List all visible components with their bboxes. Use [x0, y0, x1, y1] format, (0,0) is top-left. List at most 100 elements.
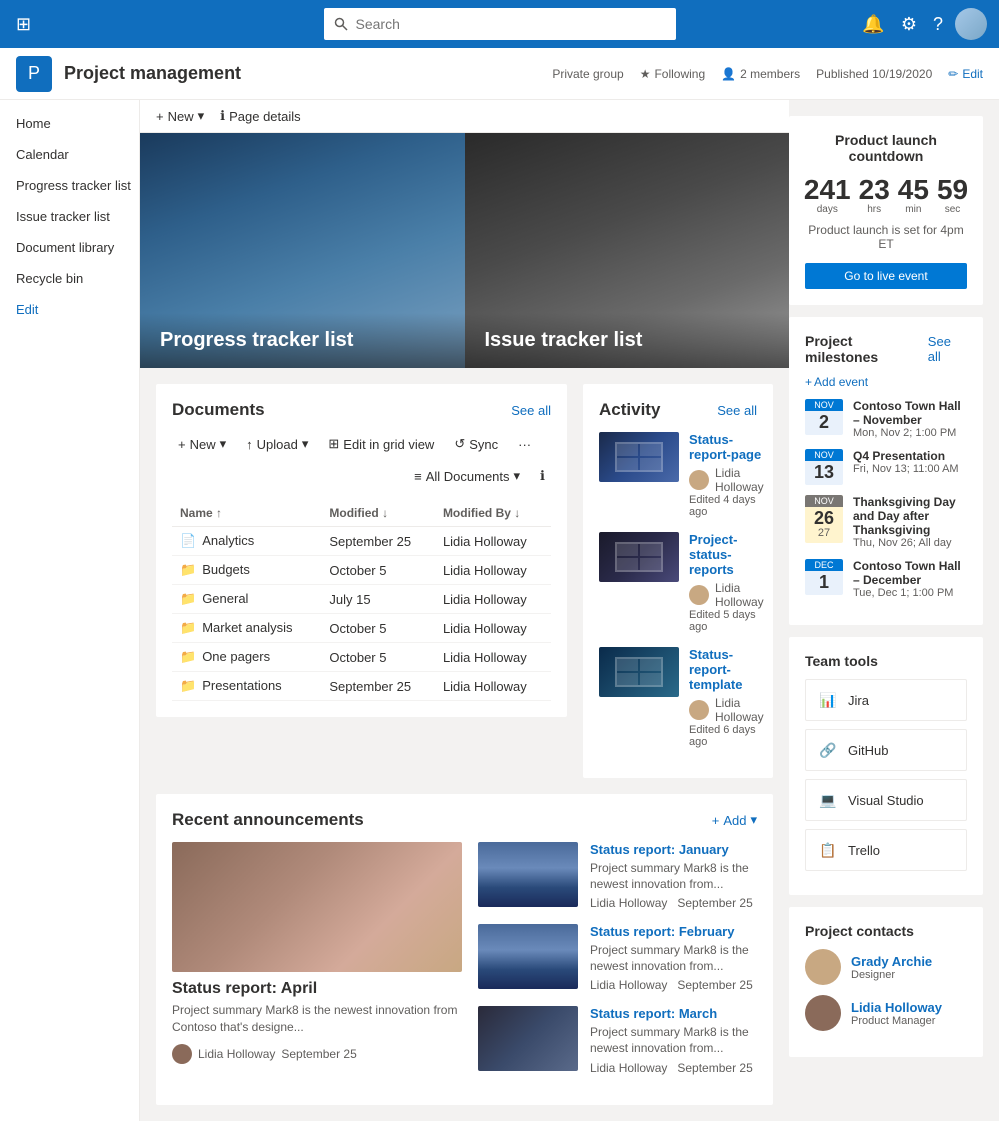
docs-filter-button[interactable]: ≡ All Documents ▾ [408, 464, 526, 488]
table-row[interactable]: 📁Market analysis October 5 Lidia Hollowa… [172, 614, 551, 643]
table-row[interactable]: 📁Presentations September 25 Lidia Hollow… [172, 672, 551, 701]
sidebar: Home Calendar Progress tracker list Issu… [0, 100, 140, 1121]
docs-info-button[interactable]: ℹ [534, 464, 551, 488]
activity-meta: Lidia Holloway [689, 581, 764, 609]
tool-name: Trello [848, 843, 880, 858]
cell-name: 📁Presentations [172, 672, 321, 701]
milestone-time: Fri, Nov 13; 11:00 AM [853, 463, 967, 475]
tool-item[interactable]: 💻 Visual Studio [805, 779, 967, 821]
hero-title-issue: Issue tracker list [485, 329, 770, 352]
milestone-item[interactable]: DEC 1 Contoso Town Hall – December Tue, … [805, 559, 967, 599]
cell-modified-by: Lidia Holloway [435, 585, 551, 614]
activity-item[interactable]: Project-status-reports Lidia Holloway Ed… [599, 532, 757, 633]
contact-role: Product Manager [851, 1015, 942, 1027]
announcement-item-meta: Lidia Holloway September 25 [590, 896, 757, 910]
members-button[interactable]: 👤 2 members [721, 67, 800, 81]
tool-item[interactable]: 🔗 GitHub [805, 729, 967, 771]
activity-author-avatar [689, 700, 709, 720]
following-button[interactable]: ★ Following [640, 67, 705, 81]
star-icon: ★ [640, 67, 651, 81]
activity-author: Lidia Holloway [715, 581, 764, 609]
documents-see-all[interactable]: See all [511, 403, 551, 418]
milestones-header: Project milestones See all [805, 333, 967, 365]
milestone-info: Contoso Town Hall – December Tue, Dec 1;… [853, 559, 967, 599]
docs-more-button[interactable]: ··· [512, 433, 537, 456]
page-details-button[interactable]: ℹ Page details [220, 108, 301, 124]
announcement-item[interactable]: Status report: March Project summary Mar… [478, 1006, 757, 1074]
milestone-item[interactable]: NOV 13 Q4 Presentation Fri, Nov 13; 11:0… [805, 449, 967, 485]
pencil-icon: ✏ [948, 67, 958, 81]
tool-name: GitHub [848, 743, 888, 758]
user-avatar[interactable] [955, 8, 987, 40]
milestone-item[interactable]: NOV 2 Contoso Town Hall – November Mon, … [805, 399, 967, 439]
docs-upload-button[interactable]: ↑ Upload ▾ [240, 432, 314, 456]
cell-name: 📁Budgets [172, 556, 321, 585]
milestone-month: NOV [805, 399, 843, 411]
sidebar-item-issue[interactable]: Issue tracker list [0, 201, 139, 232]
tool-item[interactable]: 📊 Jira [805, 679, 967, 721]
waffle-icon[interactable]: ⊞ [12, 10, 35, 39]
contact-item[interactable]: Grady Archie Designer [805, 949, 967, 985]
col-name[interactable]: Name ↑ [172, 500, 321, 527]
milestones-card: Project milestones See all + Add event N… [789, 317, 983, 625]
activity-title: Activity [599, 400, 660, 420]
activity-item[interactable]: Status-report-page Lidia Holloway Edited… [599, 432, 757, 518]
sidebar-edit-button[interactable]: Edit [0, 294, 139, 325]
sidebar-item-library[interactable]: Document library [0, 232, 139, 263]
table-row[interactable]: 📁Budgets October 5 Lidia Holloway [172, 556, 551, 585]
announcements-add-button[interactable]: + Add ▾ [712, 812, 757, 828]
docs-new-button[interactable]: + New ▾ [172, 432, 232, 456]
sidebar-item-recycle[interactable]: Recycle bin [0, 263, 139, 294]
col-modified-by[interactable]: Modified By ↓ [435, 500, 551, 527]
table-row[interactable]: 📁General July 15 Lidia Holloway [172, 585, 551, 614]
milestone-info: Q4 Presentation Fri, Nov 13; 11:00 AM [853, 449, 967, 475]
tool-item[interactable]: 📋 Trello [805, 829, 967, 871]
announcement-featured[interactable]: Status report: April Project summary Mar… [172, 842, 462, 1064]
activity-see-all[interactable]: See all [717, 403, 757, 418]
milestone-month: NOV [805, 449, 843, 461]
search-bar[interactable] [324, 8, 676, 40]
activity-item[interactable]: Status-report-template Lidia Holloway Ed… [599, 647, 757, 748]
settings-icon[interactable]: ⚙ [897, 10, 921, 39]
hero-title-progress: Progress tracker list [160, 329, 445, 352]
sidebar-item-home[interactable]: Home [0, 108, 139, 139]
page-actions: + New ▾ ℹ Page details [140, 100, 789, 133]
activity-author-avatar [689, 585, 709, 605]
activity-time: Edited 4 days ago [689, 494, 764, 518]
milestones-see-all[interactable]: See all [928, 334, 967, 364]
hero-banner-progress[interactable]: Progress tracker list [140, 133, 465, 368]
documents-title: Documents [172, 400, 265, 420]
announcement-item-desc: Project summary Mark8 is the newest inno… [590, 1025, 757, 1056]
folder-icon: 📁 [180, 591, 196, 606]
col-modified[interactable]: Modified ↓ [321, 500, 435, 527]
help-icon[interactable]: ? [929, 10, 947, 39]
table-row[interactable]: 📁One pagers October 5 Lidia Holloway [172, 643, 551, 672]
search-input[interactable] [356, 16, 666, 32]
announcements-header: Recent announcements + Add ▾ [172, 810, 757, 830]
add-event-button[interactable]: + Add event [805, 375, 967, 389]
contact-item[interactable]: Lidia Holloway Product Manager [805, 995, 967, 1031]
milestone-day: 2 [811, 413, 837, 431]
table-row[interactable]: 📄Analytics September 25 Lidia Holloway [172, 527, 551, 556]
milestone-item[interactable]: NOV 2627 Thanksgiving Day and Day after … [805, 495, 967, 549]
docs-sync-button[interactable]: ↺ Sync [448, 432, 504, 456]
edit-button[interactable]: ✏ Edit [948, 67, 983, 81]
tool-icon: 💻 [818, 790, 838, 810]
hero-banner-issue[interactable]: Issue tracker list [465, 133, 790, 368]
sidebar-item-calendar[interactable]: Calendar [0, 139, 139, 170]
sidebar-item-progress[interactable]: Progress tracker list [0, 170, 139, 201]
cell-name: 📁General [172, 585, 321, 614]
live-event-button[interactable]: Go to live event [805, 263, 967, 289]
site-title: Project management [64, 63, 552, 84]
milestones-title: Project milestones [805, 333, 928, 365]
notification-icon[interactable]: 🔔 [858, 10, 888, 39]
new-button[interactable]: + New ▾ [156, 108, 204, 124]
milestone-day: 26 [811, 509, 837, 527]
docs-edit-grid-button[interactable]: ⊞ Edit in grid view [322, 432, 440, 456]
announcement-item-info: Status report: January Project summary M… [590, 842, 757, 910]
docs-table: Name ↑ Modified ↓ Modified By ↓ 📄Analyti… [172, 500, 551, 701]
activity-thumbnail [599, 647, 679, 697]
announcement-item[interactable]: Status report: January Project summary M… [478, 842, 757, 910]
top-nav: ⊞ 🔔 ⚙ ? [0, 0, 999, 48]
announcement-item[interactable]: Status report: February Project summary … [478, 924, 757, 992]
